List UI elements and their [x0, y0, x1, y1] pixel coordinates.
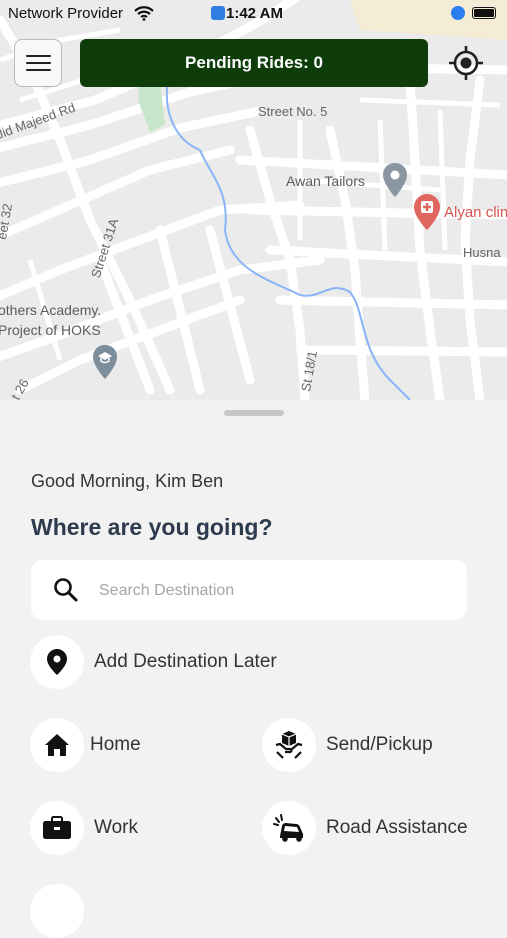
search-icon: [54, 578, 78, 602]
hamburger-menu-icon[interactable]: [14, 39, 62, 87]
add-later-label[interactable]: Add Destination Later: [94, 651, 277, 673]
destination-question: Where are you going?: [31, 514, 273, 540]
location-services-icon: [451, 6, 465, 20]
pending-rides-button[interactable]: Pending Rides: 0: [80, 39, 428, 87]
carrier-label: Network Provider: [8, 5, 124, 22]
greeting-text: Good Morning, Kim Ben: [31, 471, 224, 491]
package-hand-icon: [275, 731, 303, 759]
destination-sheet: Good Morning, Kim Ben Where are you goin…: [0, 400, 507, 938]
map-label-husna: Husna: [463, 245, 501, 260]
search-destination-box[interactable]: [31, 560, 467, 620]
map-label-academy-line1: others Academy.: [0, 302, 102, 318]
home-shortcut-button[interactable]: [30, 718, 84, 772]
more-shortcut-button[interactable]: [30, 884, 84, 938]
search-destination-input[interactable]: [97, 574, 451, 608]
map-label-academy-line2: Project of HOKS: [0, 322, 101, 338]
location-pin-icon: [47, 649, 67, 675]
map-label-street-5: Street No. 5: [258, 104, 328, 119]
map-label-alyan-clinic: Alyan clin: [444, 204, 507, 221]
app-activity-icon: [211, 6, 225, 20]
briefcase-icon: [43, 816, 71, 839]
drag-handle[interactable]: [224, 410, 284, 416]
home-label[interactable]: Home: [90, 734, 141, 756]
map-label-awan-tailors: Awan Tailors: [286, 173, 365, 189]
school-pin-icon[interactable]: [93, 345, 117, 379]
home-icon: [45, 734, 69, 756]
battery-icon: [472, 7, 496, 19]
place-pin-icon[interactable]: [383, 163, 407, 197]
car-crash-icon: [273, 814, 303, 842]
work-shortcut-button[interactable]: [30, 801, 84, 855]
wifi-icon: [134, 6, 154, 21]
hospital-pin-icon[interactable]: [414, 194, 440, 230]
send-pickup-button[interactable]: [262, 718, 316, 772]
work-label[interactable]: Work: [94, 817, 138, 839]
current-location-icon[interactable]: [445, 42, 487, 84]
status-bar: Network Provider 1:42 AM: [0, 0, 507, 28]
send-pickup-label[interactable]: Send/Pickup: [326, 734, 433, 756]
clock-time: 1:42 AM: [226, 5, 283, 22]
add-later-button[interactable]: [30, 635, 84, 689]
road-assistance-label[interactable]: Road Assistance: [326, 817, 468, 839]
road-assistance-button[interactable]: [262, 801, 316, 855]
